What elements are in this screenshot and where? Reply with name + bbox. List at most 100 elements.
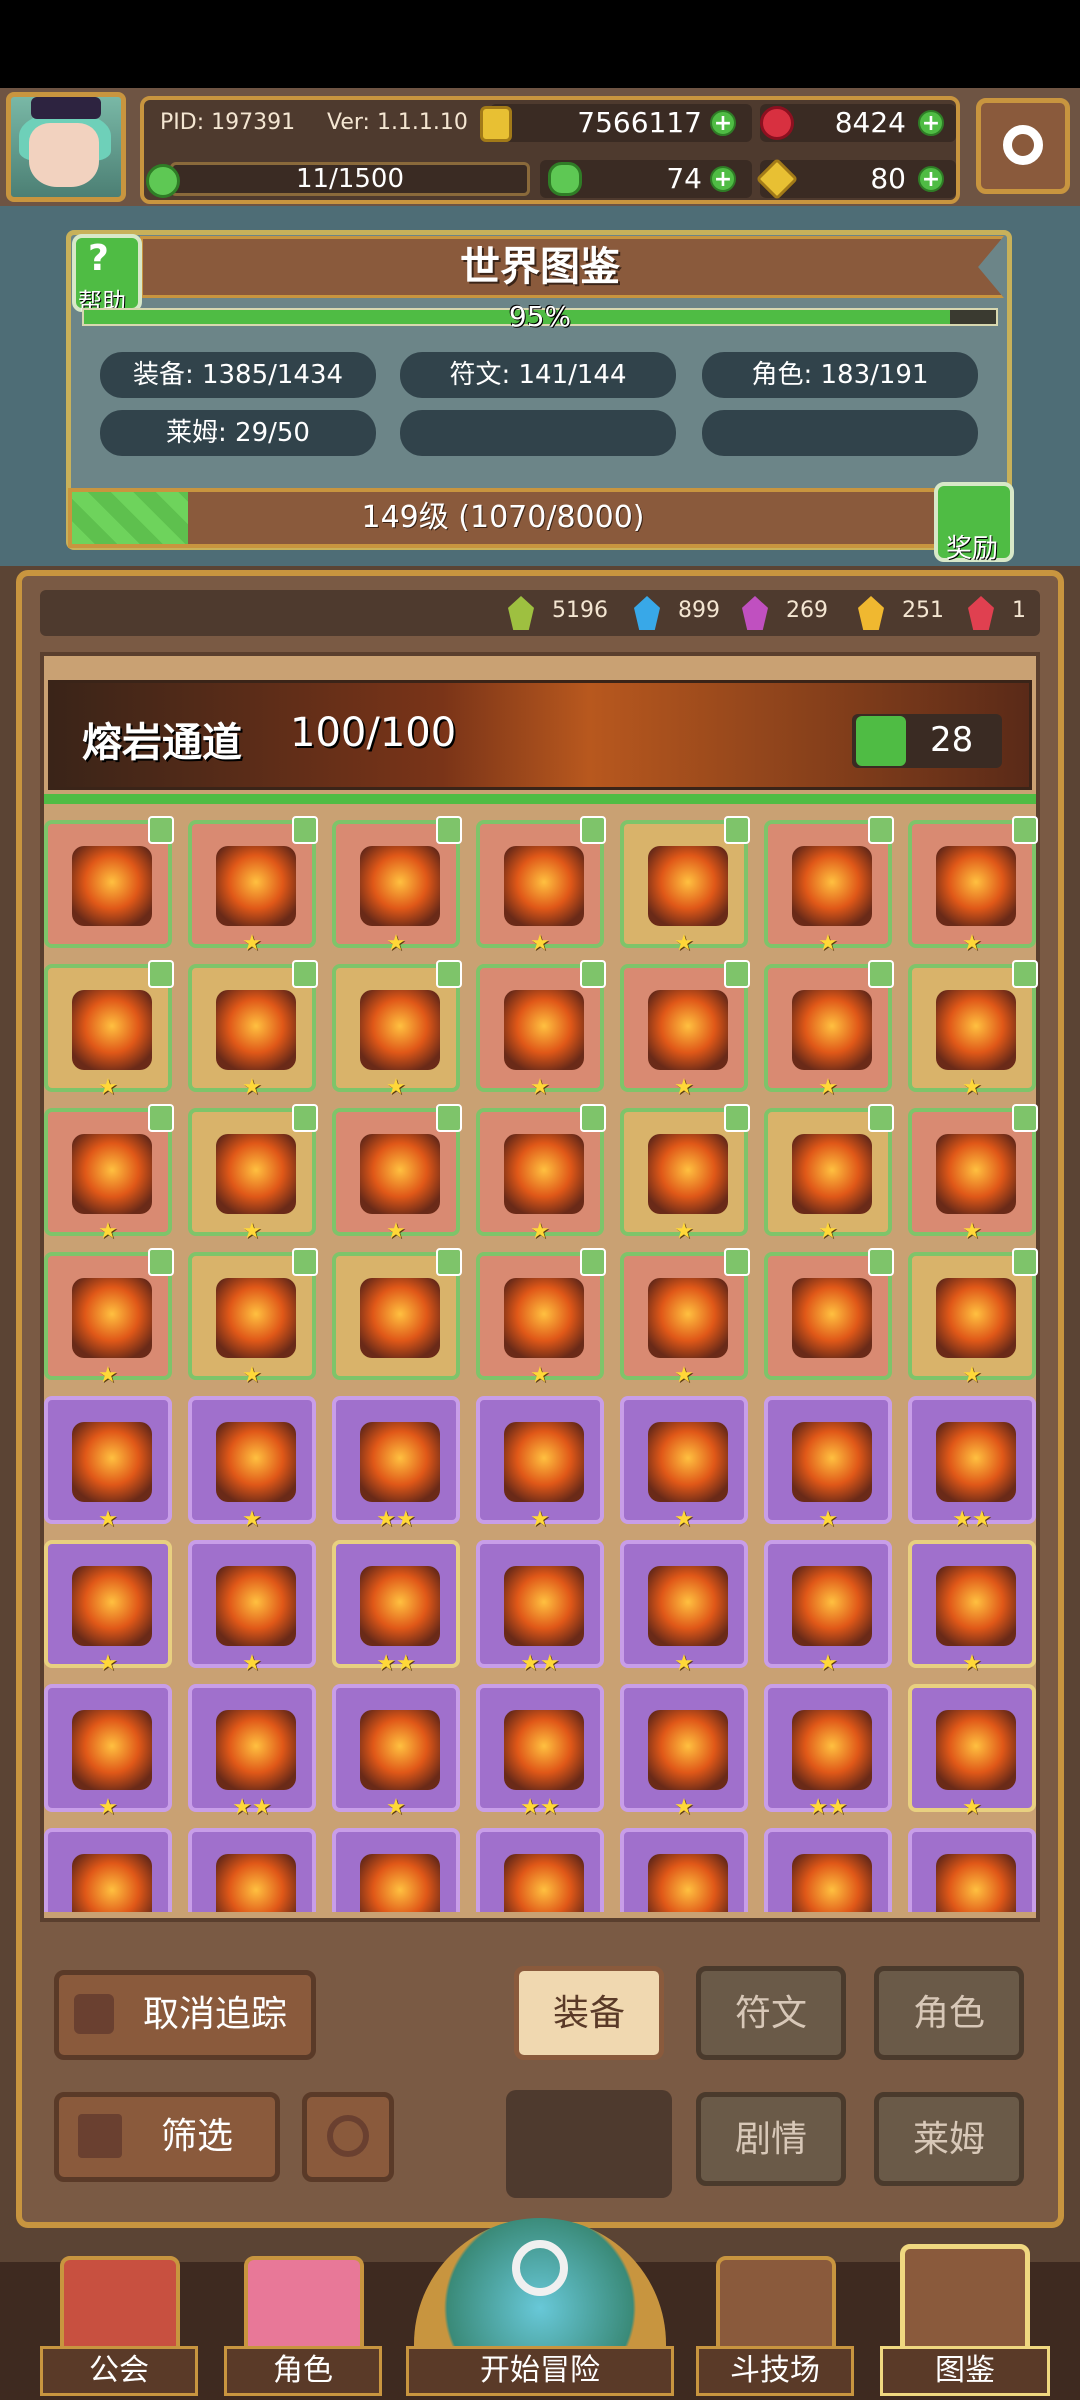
tab-runes[interactable]: 符文 (696, 1966, 846, 2060)
tab-equipment[interactable]: 装备 (514, 1966, 664, 2060)
tab-characters[interactable]: 角色 (874, 1966, 1024, 2060)
thumbs-up-icon (1012, 1248, 1038, 1276)
item-cell[interactable]: ★ (764, 1540, 892, 1676)
item-stars: ★ (674, 1651, 694, 1676)
item-cell[interactable]: ★★ (332, 1396, 460, 1532)
item-stars: ★ (674, 1795, 694, 1820)
player-avatar[interactable] (6, 92, 126, 202)
item-cell[interactable]: ★ (44, 1540, 172, 1676)
item-cell[interactable]: ★ (476, 1104, 606, 1244)
thumbs-up-icon (1012, 960, 1038, 988)
item-cell[interactable]: ★ (908, 960, 1038, 1100)
thumbs-up-icon (580, 816, 606, 844)
item-cell[interactable] (44, 816, 174, 948)
item-cell[interactable]: ★ (188, 1104, 318, 1244)
equipment-icon (72, 990, 152, 1070)
equipment-icon (360, 1566, 440, 1646)
item-cell[interactable]: ★ (44, 1396, 172, 1532)
item-stars: ★ (386, 1075, 406, 1100)
tab-story-label: 剧情 (734, 2119, 807, 2160)
item-cell[interactable]: ★ (188, 1248, 318, 1388)
thumbs-up-icon[interactable] (856, 716, 906, 766)
item-cell[interactable] (764, 1828, 892, 1912)
ruby-value: 8424 (834, 106, 906, 139)
item-cell[interactable]: ★ (764, 816, 894, 956)
thumbs-up-icon (724, 816, 750, 844)
add-clover-button[interactable]: + (710, 166, 736, 192)
equipment-icon (648, 1134, 728, 1214)
item-stars: ★ (818, 1507, 838, 1532)
gem-count: 1 (1012, 598, 1026, 623)
thumbs-up-icon (1012, 1104, 1038, 1132)
clover-value: 74 (666, 162, 702, 195)
equipment-icon (504, 1134, 584, 1214)
item-cell[interactable] (332, 1248, 462, 1380)
item-cell[interactable]: ★ (476, 1248, 606, 1388)
item-stars: ★ (962, 1075, 982, 1100)
item-cell[interactable]: ★ (620, 816, 750, 956)
item-cell[interactable]: ★ (764, 1104, 894, 1244)
item-cell[interactable]: ★ (620, 1396, 748, 1532)
equipment-icon (936, 1422, 1016, 1502)
item-cell[interactable]: ★★ (908, 1396, 1036, 1532)
item-cell[interactable]: ★ (188, 816, 318, 956)
item-stars: ★ (962, 1795, 982, 1820)
item-cell[interactable] (908, 1828, 1036, 1912)
item-cell[interactable]: ★★ (476, 1684, 604, 1820)
settings-button[interactable] (976, 98, 1070, 194)
item-cell[interactable]: ★ (332, 1684, 460, 1820)
grid-icon (78, 2114, 122, 2158)
item-cell[interactable]: ★ (476, 1396, 604, 1532)
item-cell[interactable] (188, 1828, 316, 1912)
nav-adventure-label: 开始冒险 (406, 2346, 674, 2396)
add-key-button[interactable]: + (918, 166, 944, 192)
item-cell[interactable]: ★ (908, 1540, 1036, 1676)
item-cell[interactable] (764, 1248, 894, 1380)
item-cell[interactable]: ★ (188, 960, 318, 1100)
tab-story[interactable]: 剧情 (696, 2092, 846, 2186)
item-cell[interactable]: ★ (332, 1104, 462, 1244)
item-cell[interactable]: ★ (332, 960, 462, 1100)
item-cell[interactable]: ★ (188, 1396, 316, 1532)
item-cell[interactable]: ★ (908, 816, 1038, 956)
item-cell[interactable] (476, 1828, 604, 1912)
item-cell[interactable]: ★ (44, 1104, 174, 1244)
item-cell[interactable]: ★ (908, 1104, 1038, 1244)
item-cell[interactable]: ★ (44, 1684, 172, 1820)
item-cell[interactable]: ★★ (764, 1684, 892, 1820)
item-stars: ★ (674, 1363, 694, 1388)
item-cell[interactable] (332, 1828, 460, 1912)
item-cell[interactable]: ★ (476, 960, 606, 1100)
equipment-icon (216, 990, 296, 1070)
item-cell[interactable]: ★ (764, 1396, 892, 1532)
item-cell[interactable]: ★ (332, 816, 462, 956)
item-cell[interactable]: ★★ (476, 1540, 604, 1676)
item-cell[interactable]: ★ (476, 816, 606, 956)
equipment-icon (936, 846, 1016, 926)
item-cell[interactable]: ★ (620, 960, 750, 1100)
item-cell[interactable]: ★ (44, 960, 174, 1100)
item-cell[interactable]: ★ (44, 1248, 174, 1388)
item-cell[interactable] (44, 1828, 172, 1912)
item-cell[interactable]: ★ (620, 1104, 750, 1244)
item-cell[interactable]: ★★ (332, 1540, 460, 1676)
item-cell[interactable] (620, 1828, 748, 1912)
item-cell[interactable]: ★★ (188, 1684, 316, 1820)
tab-slime[interactable]: 莱姆 (874, 2092, 1024, 2186)
stat-empty-1 (400, 410, 676, 456)
item-cell[interactable]: ★ (764, 960, 894, 1100)
refresh-button[interactable] (302, 2092, 394, 2182)
avatar-face (29, 123, 99, 187)
add-gold-button[interactable]: + (710, 110, 736, 136)
item-cell[interactable]: ★ (620, 1540, 748, 1676)
equipment-icon (936, 1566, 1016, 1646)
item-cell[interactable]: ★ (908, 1684, 1036, 1820)
item-stars: ★ (242, 1651, 262, 1676)
item-cell[interactable]: ★ (908, 1248, 1038, 1388)
item-cell[interactable]: ★ (620, 1248, 750, 1388)
item-cell[interactable]: ★ (620, 1684, 748, 1820)
equipment-icon (648, 1566, 728, 1646)
add-ruby-button[interactable]: + (918, 110, 944, 136)
equipment-icon (504, 1422, 584, 1502)
item-cell[interactable]: ★ (188, 1540, 316, 1676)
